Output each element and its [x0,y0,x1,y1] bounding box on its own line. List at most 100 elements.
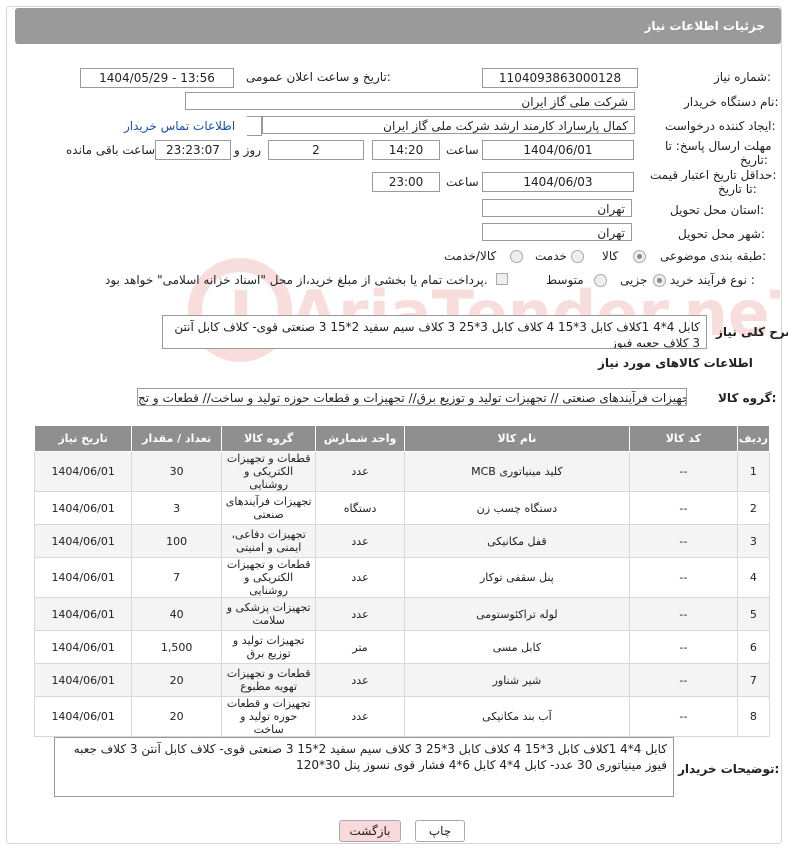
cell-row: 4 [736,557,771,598]
cell-name: آب بند مکانیکی [403,696,631,737]
category-label: طبقه بندی موضوعی: [660,249,767,263]
announce-field: 1404/05/29 - 13:56 [80,68,234,88]
table-row: 5 -- لوله تراکئوستومی عدد تجهیزات پزشکی و سل… [33,597,771,631]
summary-textarea: کابل 4*4 1کلاف کابل 3*15 4 کلاف کابل 3*2… [162,315,707,349]
payment-note: پرداخت تمام یا بخشی از مبلغ خرید،از محل … [105,273,488,287]
cell-name: کابل مسی [403,630,631,664]
cell-code: -- [629,491,738,525]
table-row: 8 -- آب بند مکانیکی عدد تجهیزات و قطعات حوزه… [33,696,771,737]
announce-label: تاریخ و ساعت اعلان عمومی: [246,70,391,84]
cell-unit: دستگاه [315,491,405,525]
price-date-field: 1404/06/03 [482,172,634,192]
cell-name: قفل مکانیکی [403,524,631,558]
process-partial-radio[interactable] [653,274,666,287]
cell-date: 1404/06/01 [33,491,133,525]
cell-date: 1404/06/01 [33,524,133,558]
page-header: جزئیات اطلاعات نیاز [15,8,781,44]
cell-qty: 1,500 [131,630,223,664]
process-label: نوع فرآیند خرید : [670,273,755,287]
deadline-time-label: ساعت [446,143,479,157]
treasury-payment-checkbox[interactable] [496,273,508,285]
cell-qty: 40 [131,597,223,631]
cell-group: تجهیزات تولید و توزیع برق [221,630,317,664]
cell-code: -- [629,630,738,664]
cell-unit: عدد [315,597,405,631]
need-number-label: شماره نیاز: [714,70,772,84]
cell-code: -- [629,451,738,492]
buyer-org-field: شرکت ملی گاز ایران [185,92,635,110]
cell-date: 1404/06/01 [33,557,133,598]
cell-code: -- [629,557,738,598]
cell-qty: 7 [131,557,223,598]
table-header-row: ردیف کد کالا نام کالا واحد شمارش گروه کا… [33,425,771,452]
page-title: جزئیات اطلاعات نیاز [644,19,765,33]
col-row: ردیف [736,425,771,452]
col-qty: تعداد / مقدار [131,425,223,452]
cell-unit: عدد [315,524,405,558]
province-field: تهران [482,199,632,217]
goods-section-title: اطلاعات کالاهای مورد نیاز [598,356,753,370]
cell-code: -- [629,524,738,558]
buyer-notes-label: توضیحات خریدار: [678,762,780,776]
category-goods-radio[interactable] [633,250,646,263]
category-service-label: خدمت [535,249,567,263]
remaining-label: ساعت باقی مانده [66,143,156,157]
cell-group: تجهیزات فرآیندهای صنعتی [221,491,317,525]
cell-row: 7 [736,663,771,697]
cell-row: 3 [736,524,771,558]
deadline-date-field: 1404/06/01 [482,140,634,160]
province-label: استان محل تحویل: [670,203,765,217]
table-row: 6 -- کابل مسی متر تجهیزات تولید و توزیع برق 1… [33,630,771,664]
col-name: نام کالا [403,425,631,452]
cell-group: قطعات و تجهیزات الکتریکی و روشنایی [221,557,317,598]
process-medium-radio[interactable] [594,274,607,287]
deadline-label-date: تاریخ: [740,153,768,167]
cell-row: 6 [736,630,771,664]
days-label: روز و [234,143,261,157]
process-partial-label: جزیی [620,273,648,287]
cell-date: 1404/06/01 [33,597,133,631]
goods-group-label: گروه کالا: [718,391,777,405]
category-service-radio[interactable] [571,250,584,263]
category-both-radio[interactable] [510,250,523,263]
col-code: کد کالا [629,425,738,452]
price-validity-label: حداقل تاریخ اعتبار قیمت: [650,168,777,182]
goods-table: ردیف کد کالا نام کالا واحد شمارش گروه کا… [33,425,771,737]
deadline-label: مهلت ارسال پاسخ: تا [665,139,772,153]
back-button[interactable]: بازگشت [339,820,401,842]
cell-code: -- [629,696,738,737]
cell-qty: 3 [131,491,223,525]
cell-date: 1404/06/01 [33,663,133,697]
cell-code: -- [629,663,738,697]
cell-row: 2 [736,491,771,525]
deadline-time-field: 14:20 [372,140,440,160]
cell-date: 1404/06/01 [33,451,133,492]
cell-qty: 20 [131,696,223,737]
price-time-label: ساعت [446,175,479,189]
contact-info-link[interactable]: اطلاعات تماس خریدار [124,119,235,133]
table-row: 7 -- شیر شناور عدد قطعات و تجهیزات تهویه مطب… [33,663,771,697]
cell-qty: 30 [131,451,223,492]
category-both-label: کالا/خدمت [444,249,497,263]
cell-code: -- [629,597,738,631]
cell-unit: عدد [315,663,405,697]
print-button[interactable]: چاپ [415,820,465,842]
cell-row: 5 [736,597,771,631]
cell-unit: متر [315,630,405,664]
city-label: شهر محل تحویل: [678,227,765,241]
cell-group: تجهیزات پزشکی و سلامت [221,597,317,631]
days-field: 2 [268,140,364,160]
buyer-notes-textarea: کابل 4*4 1کلاف کابل 3*15 4 کلاف کابل 3*2… [54,737,674,797]
table-row: 2 -- دستگاه چسب زن دستگاه تجهیزات فرآیندهای … [33,491,771,525]
col-date: تاریخ نیاز [33,425,133,452]
goods-group-field: تجهیزات فرآیندهای صنعتی // تجهیزات تولید… [137,388,687,406]
cell-qty: 20 [131,663,223,697]
cell-unit: عدد [315,451,405,492]
price-validity-label-date: تا تاریخ: [718,182,757,196]
city-field: تهران [482,223,632,241]
cell-name: دستگاه چسب زن [403,491,631,525]
need-number-field: 1104093863000128 [482,68,638,88]
cell-group: قطعات و تجهیزات الکتریکی و روشنایی [221,451,317,492]
process-medium-label: متوسط [546,273,584,287]
cell-group: تجهیزات دفاعی، ایمنی و امنیتی [221,524,317,558]
